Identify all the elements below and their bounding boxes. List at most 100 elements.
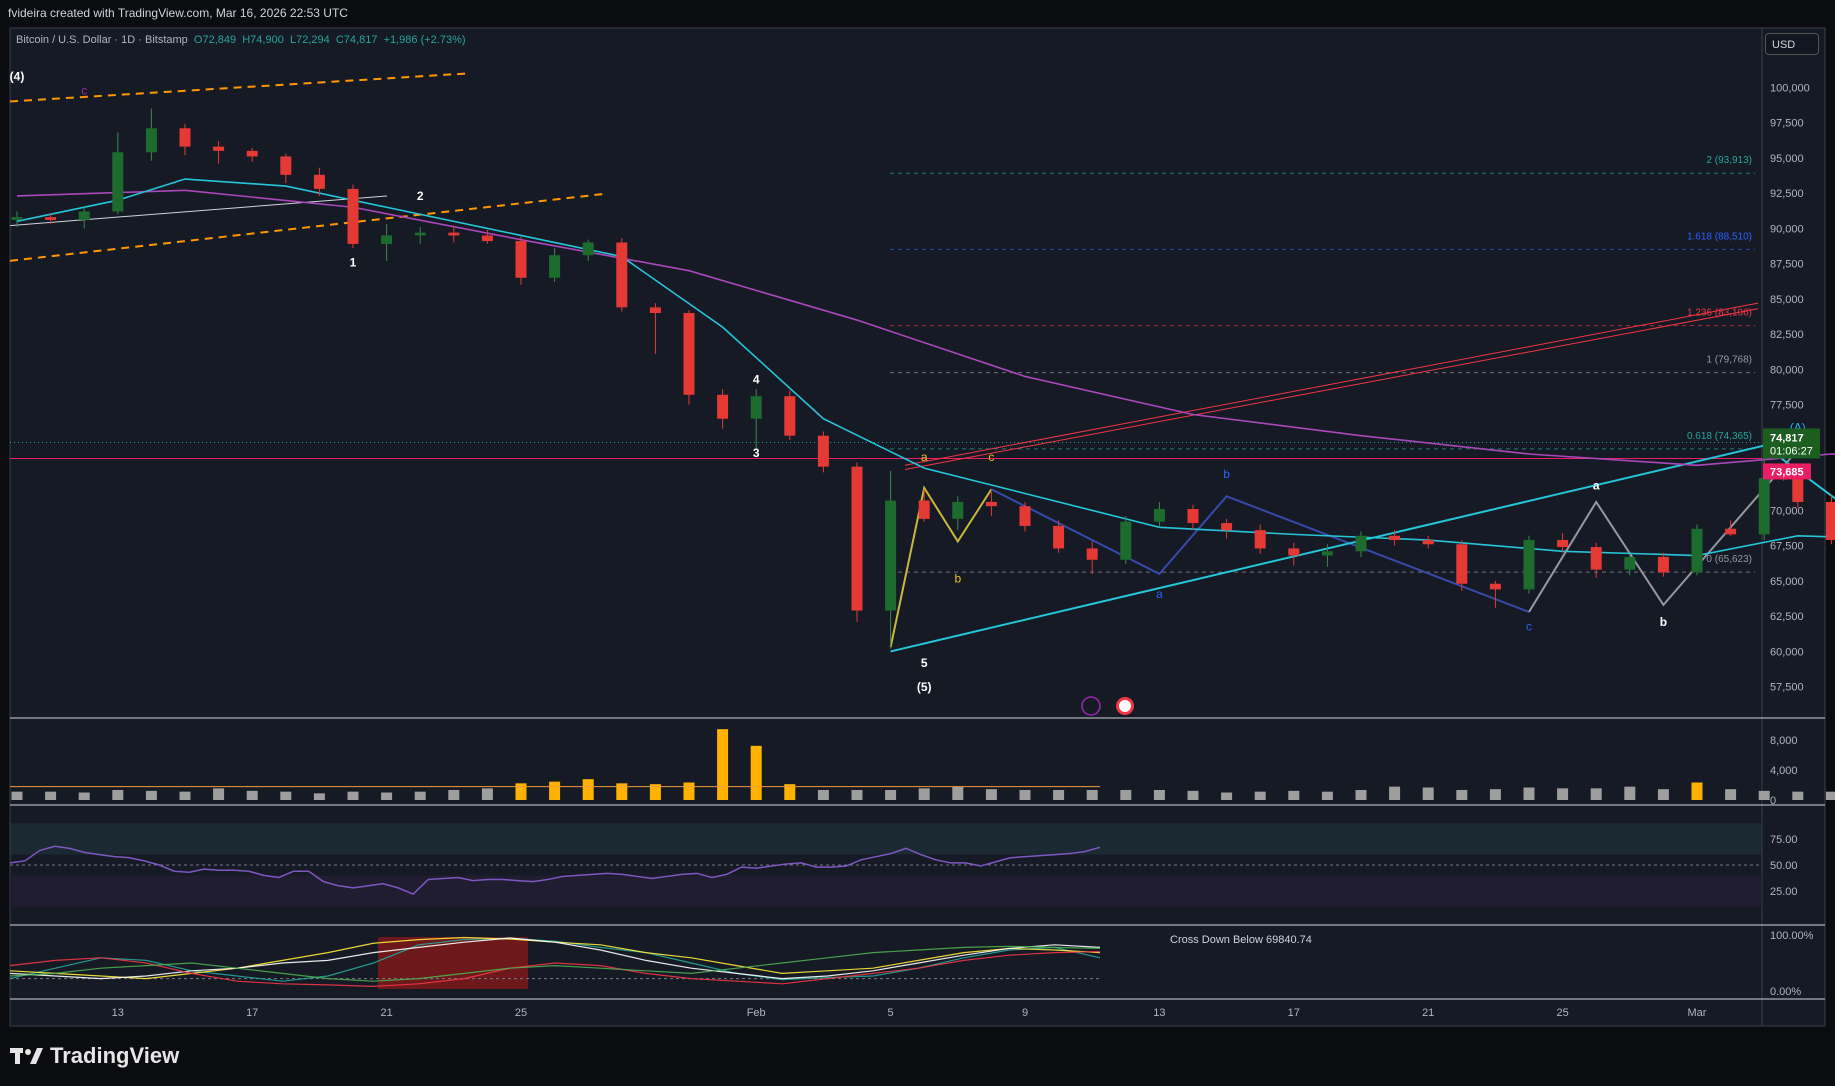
volume-bar [1086, 790, 1098, 800]
volume-bar [78, 792, 90, 800]
chart-canvas[interactable]: 100,000 97,500 95,000 92,500 90,000 87,500 85,… [0, 0, 1835, 1086]
fib-level-label: 1.618 (88,510) [1687, 231, 1752, 242]
volume-bar [112, 790, 124, 800]
volume-bar [515, 783, 527, 800]
wave-label: 4 [753, 373, 760, 387]
volume-bar [885, 790, 897, 800]
candle-down [1254, 530, 1266, 549]
time-tick-label: Mar [1688, 1007, 1707, 1019]
ohlc-low: L72,294 [289, 34, 330, 46]
osc-tick-label: 0.00% [1770, 986, 1801, 998]
volume-bar [45, 791, 57, 800]
price-tick-label: 77,500 [1770, 400, 1804, 412]
volume-bar [817, 790, 829, 800]
candle-down [1389, 535, 1401, 541]
tradingview-logo-icon [10, 1048, 43, 1064]
time-tick-label: 25 [1556, 1007, 1568, 1019]
volume-bar [1355, 790, 1367, 800]
volume-bar [1321, 791, 1333, 800]
volume-bar [851, 790, 863, 800]
volume-bar [1825, 791, 1835, 800]
volume-bar [750, 745, 762, 800]
fib-level-label: 0.618 (74,365) [1687, 431, 1752, 442]
currency-button[interactable]: USD [1765, 33, 1819, 55]
candle-down [45, 217, 57, 220]
volume-bar [1657, 789, 1669, 800]
volume-bar [213, 788, 225, 800]
ohlc-close: C74,817 [335, 34, 378, 46]
candle-up [1355, 535, 1367, 552]
price-tick-label: 92,500 [1770, 188, 1804, 200]
candle-up [549, 255, 561, 278]
volume-bar [1187, 790, 1199, 800]
volume-bar [952, 786, 964, 800]
candle-down [280, 156, 292, 175]
candle-up [414, 232, 426, 236]
candle-down [616, 242, 628, 308]
candle-down [179, 128, 191, 147]
candle-down [1086, 548, 1098, 560]
candle-up [78, 211, 90, 220]
candle-down [817, 435, 829, 467]
volume-bar [1456, 790, 1468, 800]
volume-bar [1758, 790, 1770, 800]
candle-down [1053, 525, 1065, 549]
volume-bar [1389, 786, 1401, 800]
ohlc-legend: Bitcoin / U.S. Dollar · 1D · Bitstamp O7… [16, 34, 466, 46]
time-tick-label: 9 [1022, 1007, 1028, 1019]
candle-down [1590, 547, 1602, 570]
volume-bar [246, 790, 258, 800]
time-tick-label: 13 [1153, 1007, 1165, 1019]
price-tick-label: 87,500 [1770, 259, 1804, 271]
volume-tick-label: 8,000 [1770, 735, 1798, 747]
candle-up [1523, 540, 1535, 590]
volume-bar [1489, 789, 1501, 800]
ohlc-high: H74,900 [242, 34, 284, 46]
volume-bar [381, 792, 393, 800]
volume-bar [1557, 788, 1569, 800]
candle-down [1792, 477, 1804, 502]
brand-label: TradingView [50, 1043, 180, 1068]
volume-bar [1590, 788, 1602, 800]
candle-down [1019, 506, 1031, 526]
candle-down [313, 174, 325, 189]
price-tick-label: 62,500 [1770, 611, 1804, 623]
candle-down [1187, 508, 1199, 524]
time-tick-label: 21 [1422, 1007, 1434, 1019]
wave-label: a [1593, 478, 1600, 492]
wave-label: a [921, 450, 928, 464]
volume-bar [280, 791, 292, 800]
price-tick-label: 90,000 [1770, 223, 1804, 235]
volume-bar [313, 793, 325, 800]
tradingview-logo[interactable]: TradingView [10, 1043, 179, 1069]
candle-down [213, 146, 225, 151]
volume-bar [1792, 791, 1804, 800]
fib-level-label: 1 (79,768) [1706, 355, 1752, 366]
candle-up [145, 128, 157, 153]
candle-down [1657, 556, 1669, 573]
volume-bar [1422, 787, 1434, 800]
time-tick-label: Feb [747, 1007, 766, 1019]
volume-tick-label: 0 [1770, 795, 1776, 807]
rsi-tick-label: 50.00 [1770, 860, 1798, 872]
volume-bar [347, 791, 359, 800]
price-tick-label: 60,000 [1770, 646, 1804, 658]
candle-down [717, 394, 729, 419]
candle-up [750, 396, 762, 419]
candle-down [1288, 548, 1300, 556]
volume-bar [1254, 791, 1266, 800]
candle-up [381, 235, 393, 244]
time-tick-label: 13 [112, 1007, 124, 1019]
volume-bar [481, 788, 493, 800]
wave-label: (5) [917, 680, 932, 694]
ohlc-open: O72,849 [193, 34, 237, 46]
time-tick-label: 17 [1288, 1007, 1300, 1019]
candle-up [112, 152, 124, 212]
volume-bar [549, 781, 561, 800]
volume-bar [985, 789, 997, 800]
candle-up [885, 500, 897, 611]
candle-down [1557, 540, 1569, 548]
price-tick-label: 95,000 [1770, 153, 1804, 165]
candle-up [11, 217, 23, 220]
volume-bar [1624, 786, 1636, 800]
